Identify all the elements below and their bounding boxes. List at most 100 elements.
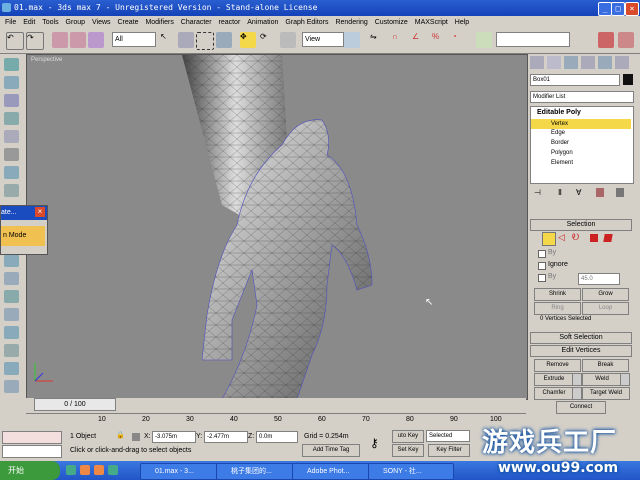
mirror-icon[interactable]: ⇋ bbox=[370, 32, 386, 48]
angle-snap-icon[interactable]: ∠ bbox=[412, 32, 428, 48]
y-coordinate-field[interactable]: -2.477m bbox=[204, 431, 248, 443]
select-object-icon[interactable]: ↖ bbox=[160, 32, 176, 48]
menu-animation[interactable]: Animation bbox=[247, 19, 278, 26]
menu-reactor[interactable]: reactor bbox=[218, 19, 240, 26]
key-filters-button[interactable]: Key Filter bbox=[428, 444, 470, 457]
quick-launch-icon-1[interactable] bbox=[66, 465, 76, 475]
quick-launch-icon-2[interactable] bbox=[80, 465, 90, 475]
tool-icon-12[interactable] bbox=[4, 308, 19, 321]
use-pivot-center-icon[interactable] bbox=[344, 32, 360, 48]
set-key-button[interactable]: Set Key bbox=[392, 444, 424, 457]
soft-selection-rollout-title[interactable]: Soft Selection bbox=[530, 332, 632, 344]
lock-selection-icon[interactable]: 🔒 bbox=[116, 431, 125, 439]
tool-icon-16[interactable] bbox=[4, 380, 19, 393]
vertex-subobject-icon[interactable] bbox=[542, 232, 556, 246]
menu-modifiers[interactable]: Modifiers bbox=[145, 19, 173, 26]
ring-button[interactable]: Ring bbox=[534, 302, 581, 315]
border-subobject-icon[interactable]: Ꭷ bbox=[572, 232, 579, 243]
select-by-name-icon[interactable] bbox=[178, 32, 194, 48]
menu-rendering[interactable]: Rendering bbox=[335, 19, 367, 26]
task-3dsmax[interactable]: 01.max - 3... bbox=[140, 463, 226, 480]
unlink-icon[interactable] bbox=[70, 32, 86, 48]
dialog-mode-label[interactable]: n Mode bbox=[1, 226, 45, 246]
set-key-icon[interactable]: ⚷ bbox=[370, 436, 379, 450]
named-selection-sets-dropdown[interactable] bbox=[496, 32, 570, 47]
tool-icon-1[interactable] bbox=[4, 58, 19, 71]
x-coordinate-field[interactable]: -3.075m bbox=[152, 431, 196, 443]
frame-ruler[interactable]: 10 20 30 40 50 60 70 80 90 100 bbox=[26, 413, 526, 429]
floating-dialog[interactable]: ate... × n Mode bbox=[0, 205, 48, 255]
task-sony[interactable]: SONY - 社... bbox=[368, 463, 454, 480]
tool-icon-10[interactable] bbox=[4, 272, 19, 285]
weld-button[interactable]: Weld bbox=[582, 373, 622, 386]
target-weld-button[interactable]: Target Weld bbox=[582, 387, 630, 400]
percent-snap-icon[interactable]: % bbox=[432, 32, 448, 48]
material-editor-icon[interactable] bbox=[598, 32, 614, 48]
ignore-backfacing-checkbox[interactable] bbox=[538, 262, 546, 270]
loop-button[interactable]: Loop bbox=[582, 302, 629, 315]
mirror-tool-icon[interactable] bbox=[580, 32, 596, 48]
quick-launch-icon-3[interactable] bbox=[94, 465, 104, 475]
stack-item-border[interactable]: Border bbox=[551, 140, 569, 146]
remove-modifier-icon[interactable] bbox=[596, 188, 604, 197]
motion-tab-icon[interactable] bbox=[581, 56, 595, 69]
tool-icon-3[interactable] bbox=[4, 94, 19, 107]
by-vertex-checkbox[interactable] bbox=[538, 250, 546, 258]
selected-dropdown[interactable]: Selected bbox=[426, 430, 470, 442]
angle-value-field[interactable]: 45.0 bbox=[578, 273, 620, 285]
stack-item-editable-poly[interactable]: Editable Poly bbox=[537, 109, 581, 116]
select-and-link-icon[interactable] bbox=[52, 32, 68, 48]
menu-customize[interactable]: Customize bbox=[375, 19, 408, 26]
show-end-result-icon[interactable]: Ⅱ bbox=[558, 188, 562, 197]
auto-key-button[interactable]: uto Key bbox=[392, 430, 424, 443]
stack-item-vertex[interactable]: Vertex bbox=[531, 119, 631, 129]
z-coordinate-field[interactable]: 0.0m bbox=[256, 431, 298, 443]
shrink-button[interactable]: Shrink bbox=[534, 288, 581, 301]
undo-icon[interactable]: ↶ bbox=[6, 32, 24, 50]
task-browser[interactable]: 桃子集团的... bbox=[216, 463, 302, 480]
select-and-rotate-icon[interactable]: ⟳ bbox=[260, 32, 276, 48]
chamfer-settings-icon[interactable] bbox=[572, 387, 582, 400]
connect-button[interactable]: Connect bbox=[556, 401, 606, 414]
reference-coordinate-dropdown[interactable]: View bbox=[302, 32, 344, 47]
window-crossing-icon[interactable] bbox=[216, 32, 232, 48]
render-scene-icon[interactable] bbox=[618, 32, 634, 48]
spinner-snap-icon[interactable]: ◔ bbox=[452, 32, 468, 48]
display-tab-icon[interactable] bbox=[598, 56, 612, 69]
menu-edit[interactable]: Edit bbox=[23, 19, 35, 26]
grow-button[interactable]: Grow bbox=[582, 288, 629, 301]
time-slider-thumb[interactable]: 0 / 100 bbox=[34, 398, 116, 411]
edge-subobject-icon[interactable]: ◁ bbox=[558, 232, 565, 243]
time-slider-bar[interactable]: 0 / 100 bbox=[26, 398, 526, 411]
listener-output-field[interactable] bbox=[2, 445, 62, 458]
close-button[interactable]: × bbox=[625, 2, 639, 16]
object-color-swatch[interactable] bbox=[623, 74, 633, 85]
hierarchy-tab-icon[interactable] bbox=[564, 56, 578, 69]
menu-views[interactable]: Views bbox=[92, 19, 111, 26]
menu-maxscript[interactable]: MAXScript bbox=[415, 19, 448, 26]
tool-icon-15[interactable] bbox=[4, 362, 19, 375]
extrude-button[interactable]: Extrude bbox=[534, 373, 574, 386]
absolute-mode-icon[interactable] bbox=[132, 433, 140, 441]
named-selection-icon[interactable] bbox=[476, 32, 492, 48]
quick-launch-icon-4[interactable] bbox=[108, 465, 118, 475]
selection-filter-dropdown[interactable]: All bbox=[112, 32, 156, 47]
selection-rollout-title[interactable]: Selection bbox=[530, 219, 632, 231]
by-angle-checkbox[interactable] bbox=[538, 274, 546, 282]
dialog-close-button[interactable]: × bbox=[35, 207, 45, 217]
tool-icon-14[interactable] bbox=[4, 344, 19, 357]
menu-tools[interactable]: Tools bbox=[42, 19, 58, 26]
chamfer-button[interactable]: Chamfer bbox=[534, 387, 574, 400]
menu-character[interactable]: Character bbox=[181, 19, 212, 26]
tool-icon-4[interactable] bbox=[4, 112, 19, 125]
tool-icon-7[interactable] bbox=[4, 166, 19, 179]
tool-icon-13[interactable] bbox=[4, 326, 19, 339]
stack-item-polygon[interactable]: Polygon bbox=[551, 150, 573, 156]
select-and-move-icon[interactable]: ✥ bbox=[240, 32, 256, 48]
polygon-subobject-icon[interactable] bbox=[590, 234, 598, 242]
tool-icon-6[interactable] bbox=[4, 148, 19, 161]
extrude-settings-icon[interactable] bbox=[572, 373, 582, 386]
snaps-toggle-icon[interactable]: ∩ bbox=[392, 32, 408, 48]
maximize-button[interactable]: □ bbox=[611, 2, 625, 16]
remove-button[interactable]: Remove bbox=[534, 359, 581, 372]
